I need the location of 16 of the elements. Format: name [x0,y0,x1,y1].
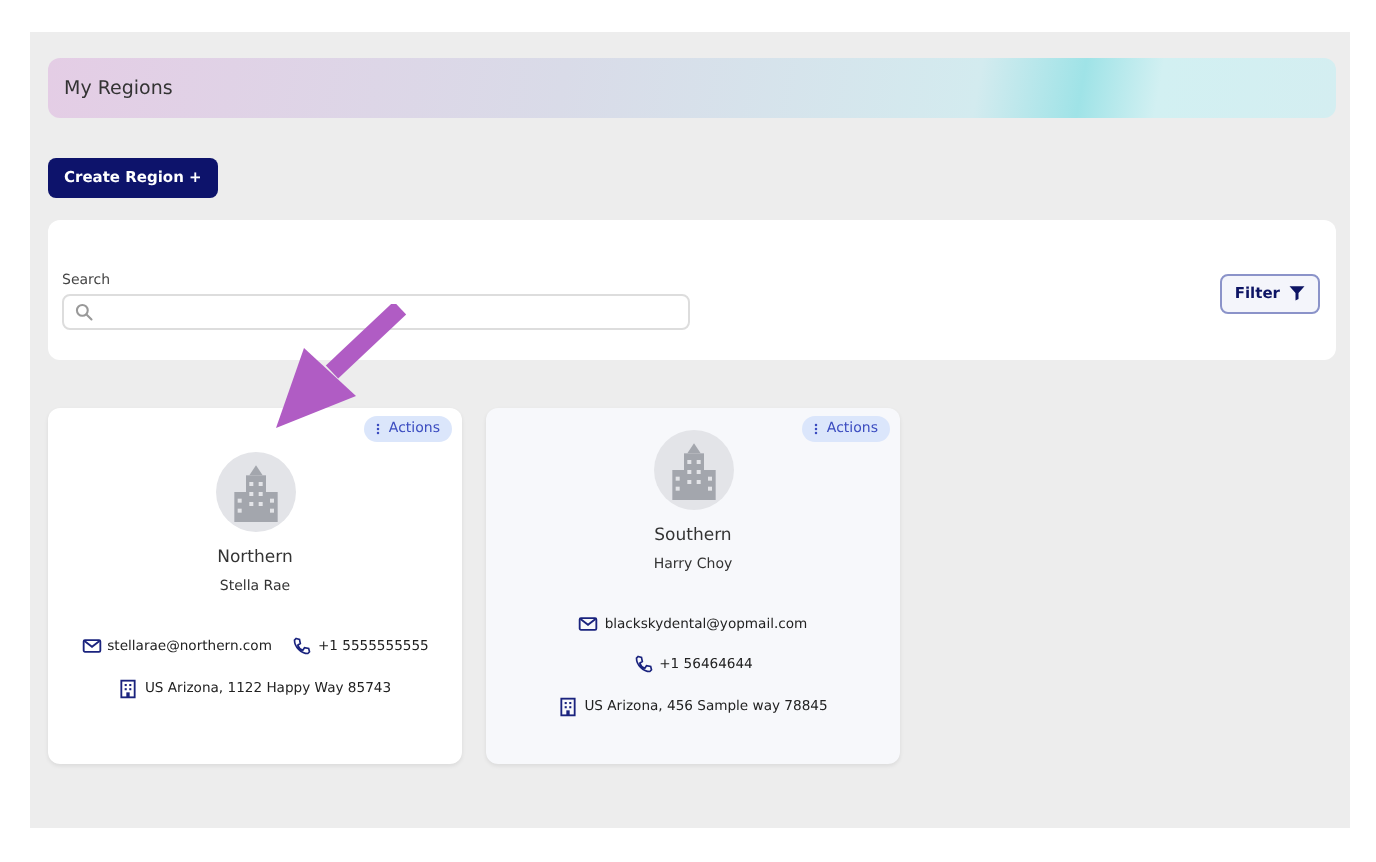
more-icon [810,419,823,437]
phone-icon [291,635,312,655]
building-icon [118,677,139,699]
mail-icon [578,613,599,633]
building-icon [558,695,579,717]
search-icon [74,302,94,322]
page-title: My Regions [64,77,173,99]
region-name: Southern [654,525,732,545]
more-icon [372,419,385,437]
building-avatar-icon [215,451,295,531]
phone-icon [633,653,654,673]
mail-icon [81,635,102,655]
building-avatar-icon [653,429,733,509]
region-name: Northern [217,547,293,567]
filter-icon [1288,284,1306,302]
search-field[interactable] [62,294,690,330]
